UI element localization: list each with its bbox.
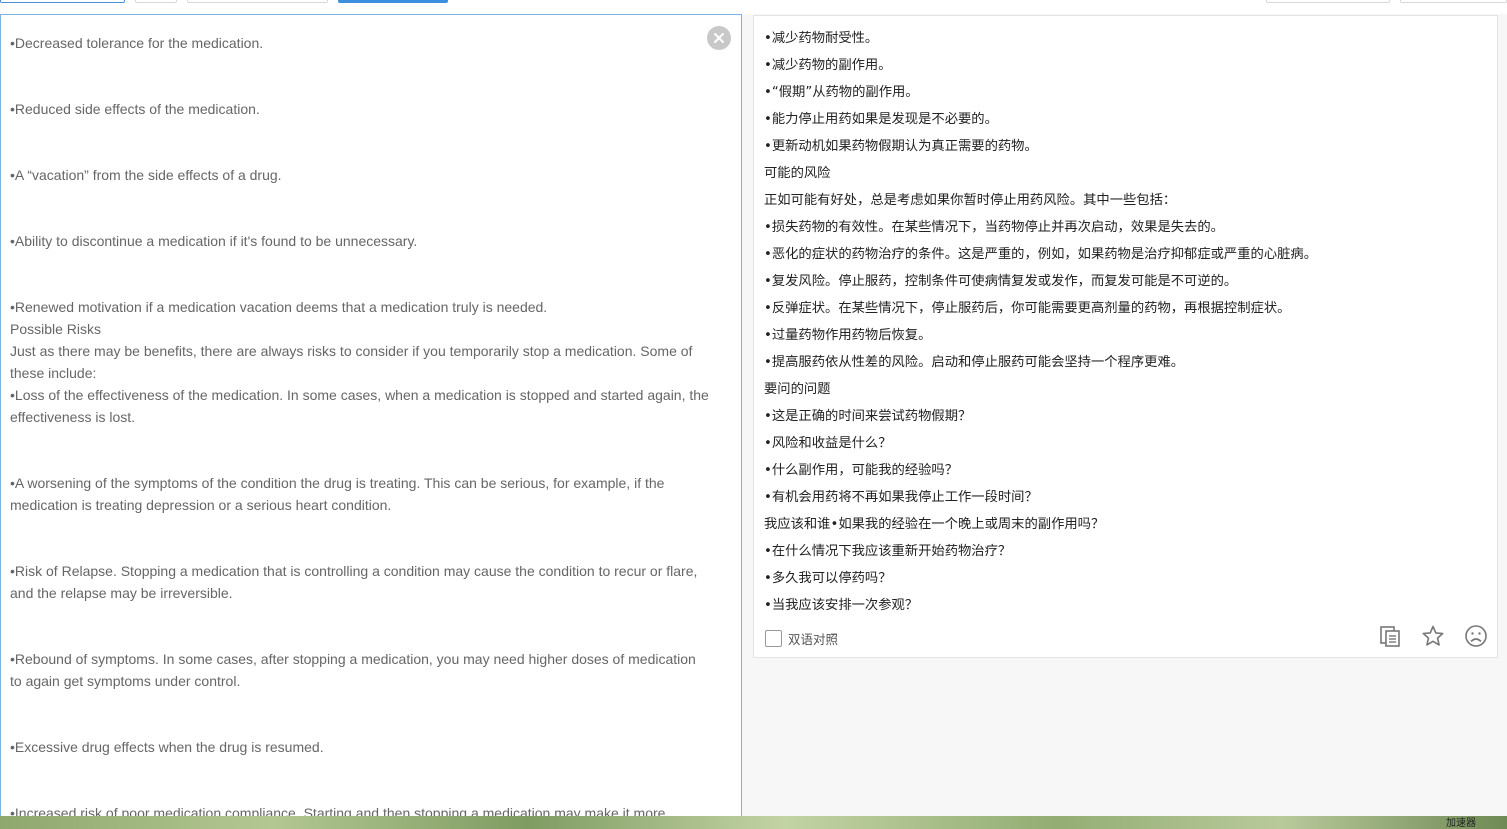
copy-button[interactable] (1378, 624, 1402, 648)
favorite-button[interactable] (1421, 624, 1445, 648)
result-line: •有机会用药将不再如果我停止工作一段时间？ (764, 490, 1038, 505)
translation-result-text: •减少药物耐受性。 •减少药物的副作用。 •“假期”从药物的副作用。 •能力停止用药如… (764, 25, 1317, 619)
translate-button[interactable] (338, 0, 448, 3)
translation-result-card: •减少药物耐受性。 •减少药物的副作用。 •“假期”从药物的副作用。 •能力停止用药如… (753, 15, 1498, 658)
result-line: •反弹症状。在某些情况下，停止服药后，你可能需要更高剂量的药物，再根据控制症状。 (764, 301, 1291, 316)
copy-icon (1380, 626, 1400, 647)
result-line: •更新动机如果药物假期认为真正需要的药物。 (764, 139, 1038, 154)
result-line: 正如可能有好处，总是考虑如果你暂时停止用药风险。其中一些包括： (764, 193, 1177, 208)
toolbar-button-3[interactable] (187, 0, 328, 3)
result-line: •多久我可以停药吗？ (764, 571, 892, 586)
result-line: •能力停止用药如果是发现是不必要的。 (764, 112, 998, 127)
result-line: •恶化的症状的药物治疗的条件。这是严重的，例如，如果药物是治疗抑郁症或严重的心脏… (764, 247, 1318, 262)
result-line: •在什么情况下我应该重新开始药物治疗？ (764, 544, 1012, 559)
result-line: •提高服药依从性差的风险。启动和停止服药可能会坚持一个程序更难。 (764, 355, 1185, 370)
top-toolbar (0, 0, 1507, 6)
result-line: •当我应该安排一次参观？ (764, 598, 919, 613)
result-line: 要问的问题 (764, 382, 831, 397)
bilingual-checkbox[interactable] (765, 630, 782, 647)
toolbar-button-2[interactable] (135, 0, 177, 3)
result-line: •什么副作用，可能我的经验吗？ (764, 463, 958, 478)
result-line: •损失药物的有效性。在某些情况下，当药物停止并再次启动，效果是失去的。 (764, 220, 1224, 235)
result-line: •减少药物耐受性。 (764, 31, 879, 46)
result-line: 可能的风险 (764, 166, 831, 181)
bilingual-label: 双语对照 (788, 632, 839, 647)
result-line: •复发风险。停止服药，控制条件可使病情复发或发作，而复发可能是不可逆的。 (764, 274, 1238, 289)
taskbar-strip (0, 816, 1507, 829)
source-text[interactable]: •Decreased tolerance for the medication.… (10, 32, 710, 816)
clear-button[interactable] (707, 26, 731, 50)
feedback-button[interactable] (1464, 624, 1488, 648)
sad-face-icon (1465, 625, 1487, 647)
result-line: •过量药物作用药物后恢复。 (764, 328, 932, 343)
taskbar-accelerator-label: 加速器 (1446, 818, 1476, 829)
close-circle-icon (714, 33, 724, 43)
star-icon (1422, 625, 1444, 646)
toolbar-button-1[interactable] (0, 0, 125, 3)
toolbar-button-right-1[interactable] (1266, 0, 1390, 3)
result-line: •减少药物的副作用。 (764, 58, 892, 73)
source-text-area[interactable]: •Decreased tolerance for the medication.… (0, 14, 742, 816)
result-line: •“假期”从药物的副作用。 (764, 85, 919, 100)
result-line: •这是正确的时间来尝试药物假期？ (764, 409, 972, 424)
result-line: 我应该和谁•如果我的经验在一个晚上或周末的副作用吗？ (764, 517, 1105, 532)
result-line: •风险和收益是什么？ (764, 436, 892, 451)
toolbar-button-right-2[interactable] (1400, 0, 1507, 3)
bilingual-toggle[interactable]: 双语对照 (765, 629, 838, 648)
